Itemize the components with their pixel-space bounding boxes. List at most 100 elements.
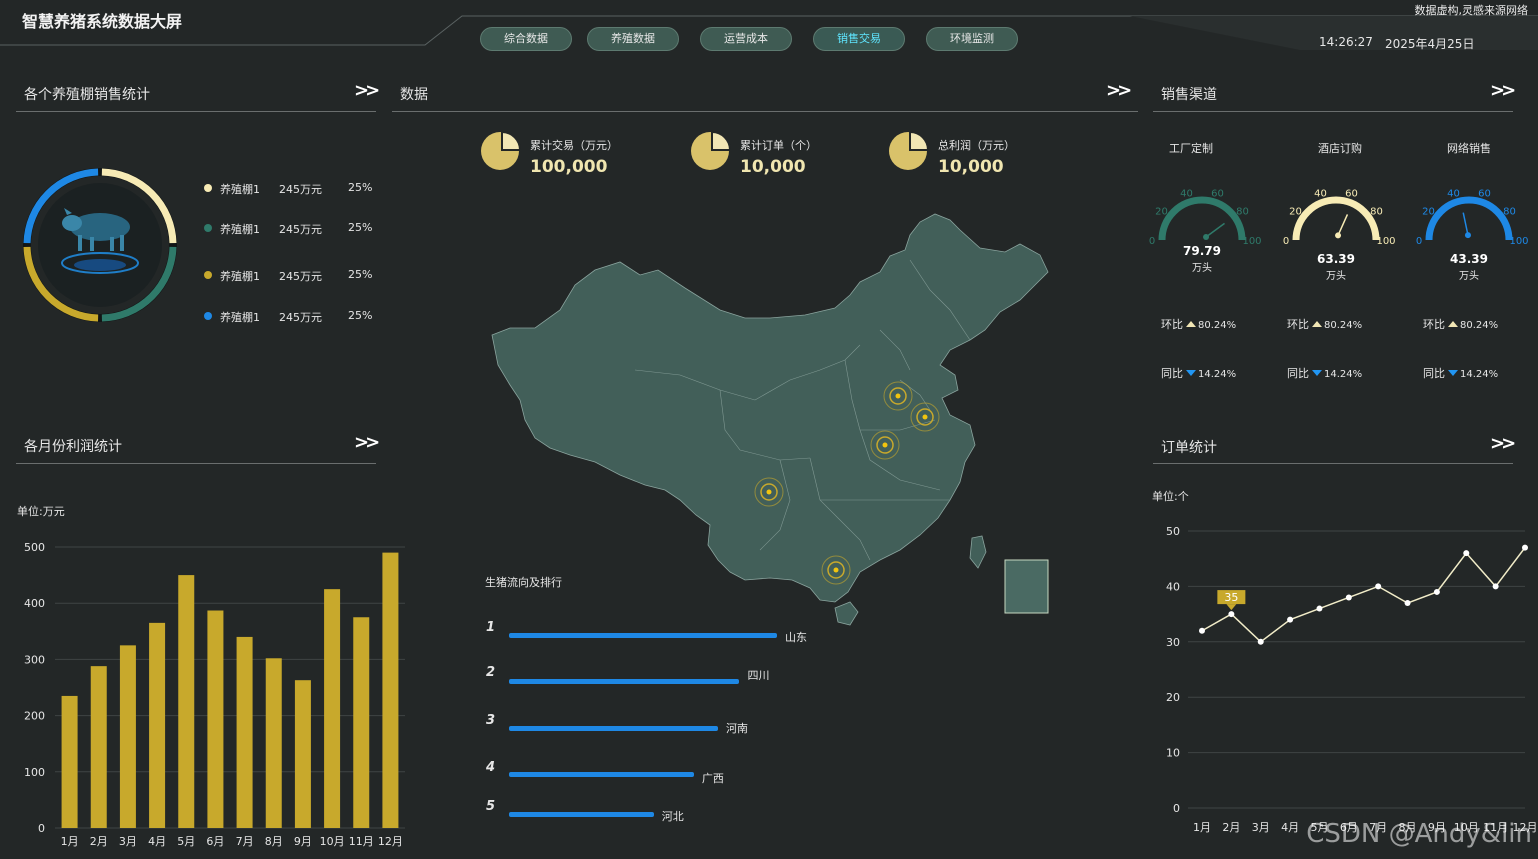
- data-point[interactable]: [1228, 611, 1235, 618]
- gauge: 0 20 40 60 80 100 63.39 万头: [1283, 188, 1396, 282]
- down-arrow-icon: [1448, 370, 1458, 376]
- bar: [353, 617, 370, 828]
- date: 2025年4月25日: [1385, 37, 1475, 51]
- gauge-tick-label: 100: [1376, 236, 1395, 247]
- up-arrow-icon: [1312, 321, 1322, 327]
- gauge-unit: 万头: [1459, 270, 1479, 282]
- tooltip: 35: [1217, 590, 1246, 611]
- rank-number: 1: [486, 620, 496, 635]
- gauge-tick-label: 20: [1155, 207, 1168, 218]
- chevron-right-icon[interactable]: >>: [1106, 80, 1132, 101]
- tab-environment[interactable]: 环境监测: [926, 27, 1018, 51]
- divider: [1153, 463, 1513, 464]
- data-point[interactable]: [1433, 588, 1440, 595]
- bar: [61, 695, 78, 828]
- y-tick-label: 500: [24, 541, 45, 554]
- rank-number: 3: [486, 713, 496, 728]
- data-point[interactable]: [1492, 583, 1499, 590]
- barn-donut-chart: [23, 168, 177, 322]
- data-point[interactable]: [1463, 550, 1470, 557]
- gauge-value: 43.39: [1450, 252, 1488, 266]
- pie-chart-icon: [481, 130, 522, 170]
- legend-percent: 25%: [348, 309, 373, 322]
- pie-chart-icon: [691, 130, 732, 170]
- data-point[interactable]: [1199, 627, 1205, 634]
- rank-province: 河南: [726, 722, 749, 735]
- rank-province: 广西: [701, 772, 724, 785]
- data-point[interactable]: [1345, 594, 1352, 601]
- legend-name: 养殖棚1: [220, 311, 260, 324]
- watermark-text: CSDN @Andy&lin: [1306, 819, 1532, 849]
- chevron-right-icon[interactable]: >>: [354, 80, 380, 101]
- rank-province: 四川: [747, 669, 770, 682]
- gauge-tick-label: 20: [1422, 207, 1435, 218]
- yoy-change: 同比 14.24%: [1423, 367, 1499, 380]
- rank-bar: [509, 726, 719, 731]
- x-tick-label: 2月: [1222, 821, 1240, 834]
- y-tick-label: 400: [24, 597, 45, 610]
- legend-value: 245万元: [279, 270, 322, 283]
- gauge-needle-hub: [1464, 232, 1471, 239]
- bar: [265, 658, 282, 828]
- y-tick-label: 10: [1166, 747, 1180, 760]
- stat-value: 10,000: [740, 157, 806, 177]
- divider: [1153, 111, 1513, 112]
- rank-province: 山东: [785, 631, 807, 644]
- header: 智慧养猪系统数据大屏 数据虚构,灵感来源网络 综合数据 养殖数据 运营成本 销售…: [0, 0, 1538, 60]
- x-tick-label: 2月: [90, 835, 108, 848]
- tab-sales[interactable]: 销售交易: [813, 27, 905, 51]
- legend-percent: 25%: [348, 221, 373, 234]
- data-point[interactable]: [1316, 605, 1323, 612]
- x-tick-label: 11月: [349, 835, 374, 848]
- x-tick-label: 6月: [206, 835, 224, 848]
- tab-comprehensive[interactable]: 综合数据: [480, 27, 572, 51]
- gauge-tick-label: 100: [1242, 236, 1261, 247]
- x-tick-label: 3月: [1252, 821, 1270, 834]
- gauge-needle: [1205, 222, 1225, 238]
- bar: [149, 622, 166, 828]
- gauge-tick-label: 40: [1447, 188, 1460, 199]
- mom-change: 环比 80.24%: [1287, 318, 1363, 331]
- y-tick-label: 50: [1166, 525, 1180, 538]
- clock: 14:26:27: [1319, 35, 1373, 49]
- gauge-tick-label: 40: [1180, 188, 1193, 199]
- data-point[interactable]: [1522, 544, 1528, 551]
- panel-title-monthly-profit: 各月份利润统计: [24, 439, 122, 455]
- gauge-value: 79.79: [1183, 244, 1221, 258]
- rank-number: 5: [486, 799, 496, 814]
- x-tick-label: 9月: [294, 835, 312, 848]
- x-tick-label: 4月: [1281, 821, 1299, 834]
- legend-value: 245万元: [279, 183, 322, 196]
- bar: [382, 552, 399, 828]
- legend-value: 245万元: [279, 311, 322, 324]
- source-note: 数据虚构,灵感来源网络: [1414, 4, 1529, 17]
- x-tick-label: 5月: [177, 835, 195, 848]
- bar: [90, 666, 107, 828]
- chevron-right-icon[interactable]: >>: [1490, 80, 1516, 101]
- gauge-needle: [1462, 212, 1469, 236]
- tab-operating-cost[interactable]: 运营成本: [700, 27, 792, 51]
- chevron-right-icon[interactable]: >>: [1490, 433, 1516, 454]
- data-point[interactable]: [1257, 638, 1264, 645]
- data-point[interactable]: [1404, 600, 1411, 607]
- x-tick-label: 8月: [265, 835, 283, 848]
- china-map[interactable]: [480, 200, 1080, 640]
- data-point[interactable]: [1287, 616, 1294, 623]
- legend-dot: [204, 184, 212, 192]
- monthly-profit-bar-chart: 0 100 200 300 400 500 1月 2月 3月 4月 5月 6月 7月 8月 9月 10月 11月…: [24, 541, 405, 848]
- gauge-tick-label: 80: [1370, 207, 1383, 218]
- legend-value: 245万元: [279, 223, 322, 236]
- divider: [392, 111, 1138, 112]
- gauge-tick-label: 40: [1314, 188, 1327, 199]
- chevron-right-icon[interactable]: >>: [354, 432, 380, 453]
- gauge: 0 20 40 60 80 100 79.79 万头: [1149, 188, 1262, 274]
- gauge-unit: 万头: [1326, 270, 1346, 282]
- stat-label: 累计交易（万元）: [530, 139, 618, 152]
- data-point[interactable]: [1375, 583, 1382, 590]
- tab-breeding[interactable]: 养殖数据: [587, 27, 679, 51]
- bar: [207, 610, 224, 828]
- gauge-tick-label: 0: [1149, 236, 1155, 247]
- yoy-change: 同比 14.24%: [1287, 367, 1363, 380]
- x-tick-label: 1月: [1193, 821, 1211, 834]
- gauge-tick-label: 0: [1283, 236, 1289, 247]
